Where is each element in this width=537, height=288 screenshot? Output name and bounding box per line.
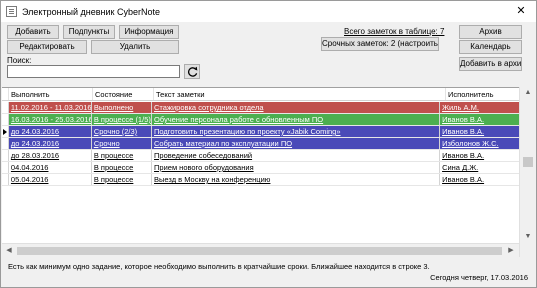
notes-table: Выполнить Состояние Текст заметки Исполн… — [2, 87, 536, 257]
app-notebook-icon — [6, 6, 17, 17]
column-header-state[interactable]: Состояние — [93, 88, 154, 100]
row-selector[interactable] — [2, 102, 9, 113]
info-button[interactable]: Информация — [119, 25, 179, 39]
cell-due[interactable]: 05.04.2016 — [9, 174, 92, 185]
cell-due[interactable]: до 24.03.2016 — [9, 138, 92, 149]
table-row[interactable]: 05.04.2016 В процессе Выезд в Москву на ко… — [2, 174, 519, 186]
row-selector[interactable] — [2, 162, 9, 173]
cell-state[interactable]: Срочно (2/3) — [92, 126, 153, 137]
column-header-owner[interactable]: Исполнитель — [446, 88, 526, 100]
cell-due[interactable]: до 28.03.2016 — [9, 150, 92, 161]
cell-due[interactable]: 11.02.2016 - 11.03.2016 — [9, 102, 92, 113]
table-row[interactable]: до 24.03.2016 Срочно Собрать материал по э… — [2, 138, 519, 150]
column-header-text[interactable]: Текст заметки — [154, 88, 446, 100]
delete-button[interactable]: Удалить — [91, 40, 179, 54]
status-date: Сегодня четверг, 17.03.2016 — [430, 273, 528, 282]
close-icon[interactable]: ✕ — [514, 4, 528, 18]
vertical-scrollbar[interactable]: ▲ ▼ — [519, 87, 536, 257]
refresh-icon — [187, 66, 197, 77]
cell-owner[interactable]: Иванов В.А. — [440, 114, 519, 125]
row-selector[interactable] — [2, 126, 9, 137]
cell-text[interactable]: Проведение собеседований — [152, 150, 441, 161]
subtasks-button[interactable]: Подпункты — [63, 25, 115, 39]
row-selector[interactable] — [2, 114, 9, 125]
cell-text[interactable]: Обучение персонала работе с обновленным … — [152, 114, 441, 125]
window-title: Электронный дневник CyberNote — [22, 6, 160, 17]
cell-text[interactable]: Стажировка сотрудника отдела — [152, 102, 441, 113]
title-bar: Электронный дневник CyberNote ✕ — [1, 1, 536, 22]
archive-button[interactable]: Архив — [459, 25, 522, 39]
scroll-down-icon[interactable]: ▼ — [520, 231, 536, 243]
cell-owner[interactable]: Сина Д.Ж. — [440, 162, 519, 173]
cell-due[interactable]: 04.04.2016 — [9, 162, 92, 173]
cell-state[interactable]: В процессе — [92, 174, 153, 185]
scroll-right-icon[interactable]: ▶ — [504, 244, 518, 258]
table-header: Выполнить Состояние Текст заметки Исполн… — [2, 88, 536, 101]
status-message: Есть как минимум одно задание, которое н… — [8, 262, 430, 271]
cell-owner[interactable]: Иванов В.А. — [440, 126, 519, 137]
table-row[interactable]: 04.04.2016 В процессе Прием нового оборудо… — [2, 162, 519, 174]
main-window: Электронный дневник CyberNote ✕ Добавить… — [0, 0, 537, 288]
cell-state[interactable]: В процессе — [92, 150, 153, 161]
cell-state[interactable]: В процессе (1/5) — [92, 114, 153, 125]
add-to-archive-button[interactable]: Добавить в архив — [459, 57, 522, 71]
scroll-left-icon[interactable]: ◀ — [2, 244, 16, 258]
total-notes-label[interactable]: Всего заметок в таблице: 7 — [344, 27, 444, 36]
cell-state[interactable]: Срочно — [92, 138, 153, 149]
cell-text[interactable]: Подготовить презентацию по проекту «Jabi… — [152, 126, 441, 137]
search-label: Поиск: — [7, 56, 32, 65]
cell-owner[interactable]: Иванов В.А. — [440, 150, 519, 161]
cell-owner[interactable]: Изболонов Ж.С. — [440, 138, 519, 149]
row-selector[interactable] — [2, 174, 9, 185]
urgent-notes-settings-button[interactable]: Срочных заметок: 2 (настроить) — [321, 37, 439, 51]
row-pointer-icon — [3, 129, 7, 135]
cell-due[interactable]: 16.03.2016 - 25.03.2016 — [9, 114, 92, 125]
refresh-button[interactable] — [184, 64, 200, 79]
table-row[interactable]: 11.02.2016 - 11.03.2016 Выполнено Стажиров… — [2, 102, 519, 114]
table-row[interactable]: 16.03.2016 - 25.03.2016 В процессе (1/5) О… — [2, 114, 519, 126]
horizontal-scroll-thumb[interactable] — [17, 247, 502, 255]
cell-text[interactable]: Собрать материал по эксплуатации ПО — [152, 138, 441, 149]
row-selector[interactable] — [2, 138, 9, 149]
table-row[interactable]: до 24.03.2016 Срочно (2/3) Подготовить пре… — [2, 126, 519, 138]
column-header-due[interactable]: Выполнить — [9, 88, 93, 100]
cell-owner[interactable]: Жиль А.М. — [440, 102, 519, 113]
scroll-up-icon[interactable]: ▲ — [520, 87, 536, 99]
vertical-scroll-thumb[interactable] — [523, 157, 533, 167]
cell-due[interactable]: до 24.03.2016 — [9, 126, 92, 137]
add-button[interactable]: Добавить — [7, 25, 59, 39]
search-input[interactable] — [7, 65, 180, 78]
cell-text[interactable]: Прием нового оборудования — [152, 162, 441, 173]
row-selector[interactable] — [2, 150, 9, 161]
row-header-corner — [2, 88, 9, 100]
cell-state[interactable]: В процессе — [92, 162, 153, 173]
cell-text[interactable]: Выезд в Москву на конференцию — [152, 174, 441, 185]
edit-button[interactable]: Редактировать — [7, 40, 87, 54]
calendar-button[interactable]: Календарь — [459, 40, 522, 54]
cell-owner[interactable]: Иванов В.А. — [440, 174, 519, 185]
table-row[interactable]: до 28.03.2016 В процессе Проведение собесе… — [2, 150, 519, 162]
horizontal-scrollbar[interactable]: ◀ ▶ — [2, 243, 519, 257]
cell-state[interactable]: Выполнено — [92, 102, 153, 113]
